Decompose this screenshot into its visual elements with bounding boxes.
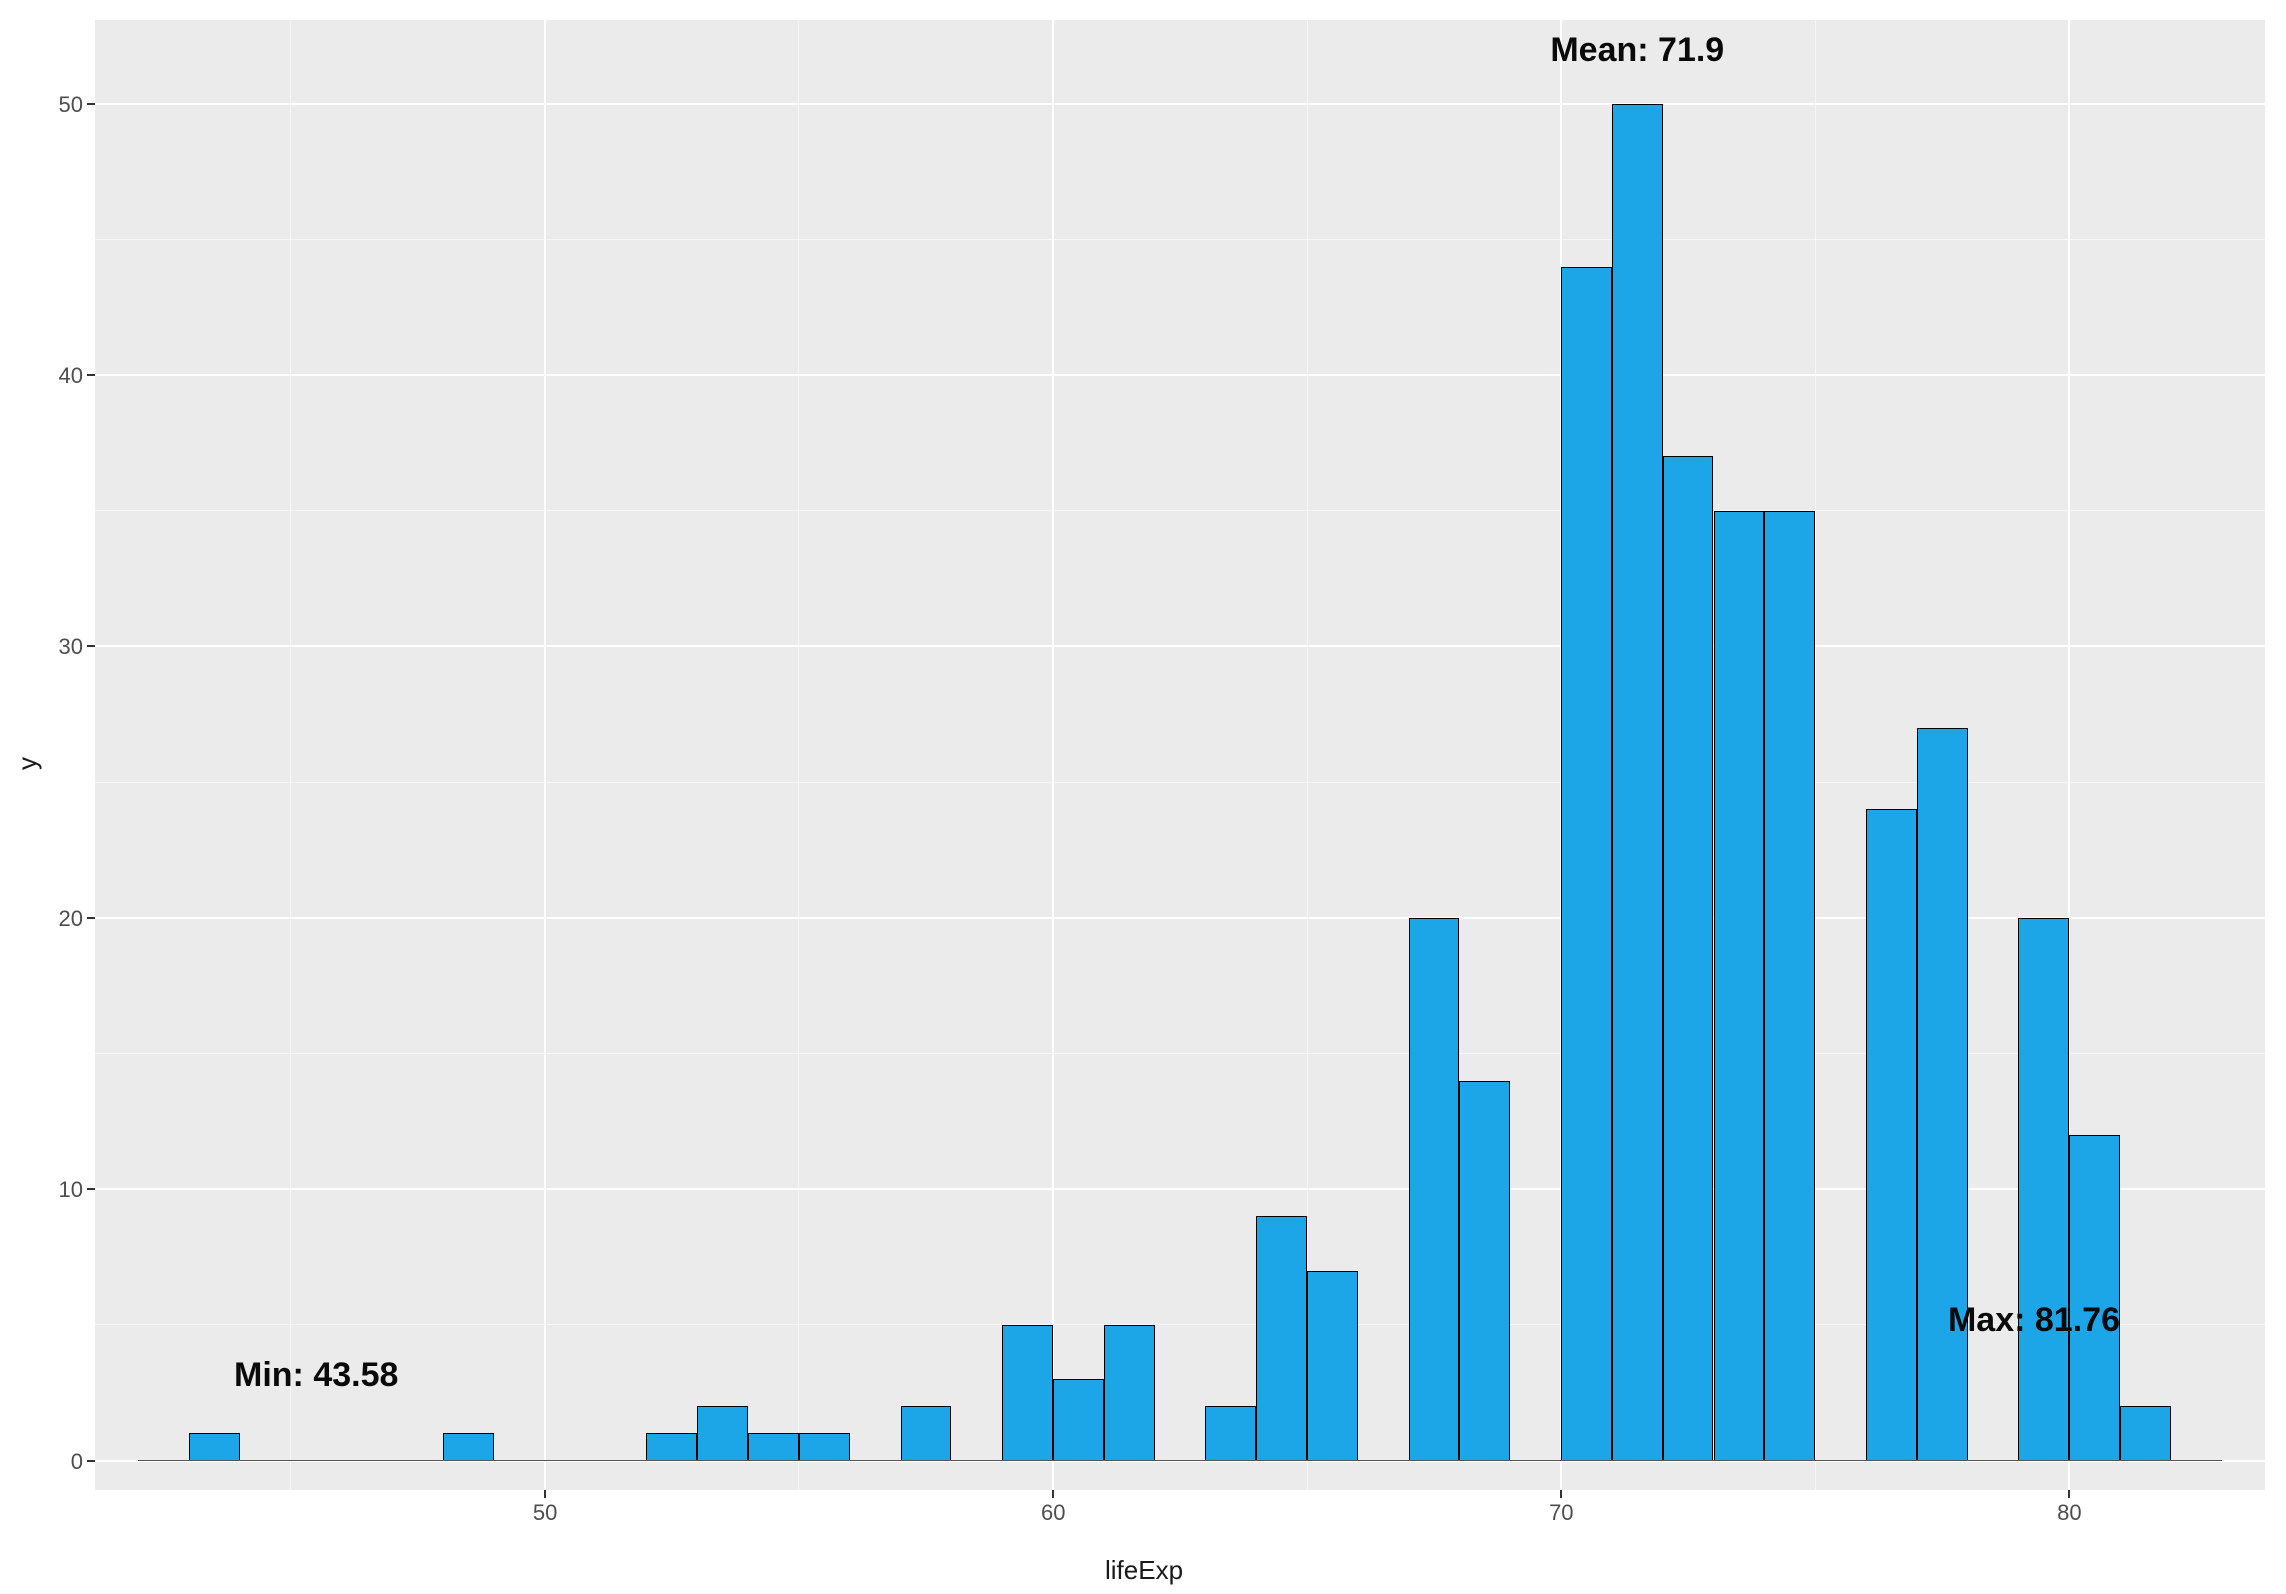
histogram-bar xyxy=(1459,1081,1510,1461)
y-tick-label: 0 xyxy=(71,1449,83,1475)
x-tick-mark xyxy=(1560,1490,1562,1498)
histogram-bar xyxy=(2018,918,2069,1461)
x-tick-label: 80 xyxy=(2057,1500,2081,1526)
histogram-bar xyxy=(697,1406,748,1460)
histogram-bar xyxy=(2120,1406,2171,1460)
x-gridline xyxy=(544,20,546,1490)
histogram-bar xyxy=(1917,728,1968,1461)
histogram-bar xyxy=(189,1433,240,1460)
y-tick-mark xyxy=(87,1460,95,1462)
histogram-bar xyxy=(901,1406,952,1460)
y-axis-title: y xyxy=(12,757,43,770)
histogram-bar xyxy=(1205,1406,1256,1460)
histogram-bar xyxy=(1002,1325,1053,1461)
histogram-bar xyxy=(2069,1135,2120,1461)
annotation-max: Max: 81.76 xyxy=(1948,1301,2120,1340)
x-gridline xyxy=(1052,20,1054,1490)
histogram-bar xyxy=(1663,456,1714,1460)
histogram-bar xyxy=(1053,1379,1104,1460)
x-gridline-minor xyxy=(798,20,799,1490)
histogram-bar xyxy=(748,1433,799,1460)
annotation-min: Min: 43.58 xyxy=(234,1356,398,1395)
histogram-bar xyxy=(1561,267,1612,1461)
chart-container: y lifeExp Min: 43.58 Mean: 71.9 Max: 81.76… xyxy=(0,0,2286,1594)
x-tick-label: 60 xyxy=(1041,1500,1065,1526)
x-tick-mark xyxy=(2068,1490,2070,1498)
y-tick-label: 40 xyxy=(59,363,83,389)
histogram-bar xyxy=(1256,1216,1307,1460)
x-tick-label: 50 xyxy=(533,1500,557,1526)
histogram-bar xyxy=(1104,1325,1155,1461)
histogram-bar xyxy=(1866,809,1917,1460)
x-tick-mark xyxy=(544,1490,546,1498)
y-tick-mark xyxy=(87,645,95,647)
y-tick-mark xyxy=(87,374,95,376)
histogram-bar xyxy=(1307,1271,1358,1461)
histogram-bar xyxy=(1764,511,1815,1461)
y-tick-mark xyxy=(87,103,95,105)
y-gridline xyxy=(95,374,2265,376)
histogram-bar xyxy=(799,1433,850,1460)
y-tick-label: 10 xyxy=(59,1177,83,1203)
y-gridline xyxy=(95,645,2265,647)
histogram-bar xyxy=(1612,104,1663,1461)
y-tick-label: 20 xyxy=(59,906,83,932)
y-gridline xyxy=(95,103,2265,105)
annotation-mean: Mean: 71.9 xyxy=(1550,31,1724,70)
y-gridline-minor xyxy=(95,510,2265,511)
histogram-bar xyxy=(646,1433,697,1460)
x-tick-mark xyxy=(1052,1490,1054,1498)
y-tick-mark xyxy=(87,917,95,919)
x-gridline-minor xyxy=(290,20,291,1490)
x-axis-title: lifeExp xyxy=(1105,1555,1183,1586)
histogram-bar xyxy=(443,1433,494,1460)
x-tick-label: 70 xyxy=(1549,1500,1573,1526)
y-gridline-minor xyxy=(95,239,2265,240)
y-tick-mark xyxy=(87,1188,95,1190)
histogram-bar xyxy=(1714,511,1765,1461)
y-tick-label: 30 xyxy=(59,634,83,660)
y-tick-label: 50 xyxy=(59,92,83,118)
plot-panel: Min: 43.58 Mean: 71.9 Max: 81.76 xyxy=(95,20,2265,1490)
histogram-bar xyxy=(1409,918,1460,1461)
baseline xyxy=(138,1460,2221,1461)
